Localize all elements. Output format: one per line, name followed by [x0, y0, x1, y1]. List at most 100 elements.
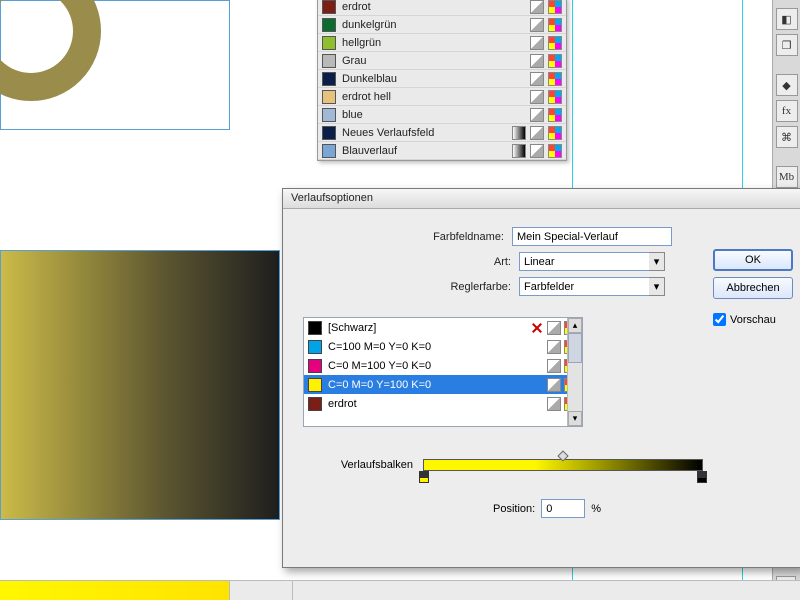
dialog-title[interactable]: Verlaufsoptionen [283, 189, 800, 209]
color-name: [Schwarz] [328, 322, 530, 334]
color-name: erdrot [328, 398, 547, 410]
color-chip [308, 378, 322, 392]
swatch-row[interactable]: Grau [318, 52, 566, 70]
swatch-cmyk-icon [548, 144, 562, 158]
swatch-mode-icon [530, 18, 544, 32]
swatch-chip [322, 126, 336, 140]
swatch-chip [322, 36, 336, 50]
swatch-name: dunkelgrün [342, 19, 530, 31]
swatch-mode-icon [547, 378, 561, 392]
gradbar-label: Verlaufsbalken [303, 459, 413, 471]
gradient-options-dialog: Verlaufsoptionen Farbfeldname: Art: ▾ Re… [282, 188, 800, 568]
swatch-mode-icon [547, 340, 561, 354]
swatch-name: Grau [342, 55, 530, 67]
stopcolor-label: Reglerfarbe: [419, 281, 519, 293]
preview-checkbox-input[interactable] [713, 313, 726, 326]
dock-button[interactable]: ◆ [776, 74, 798, 96]
dock-button[interactable]: fx [776, 100, 798, 122]
scrollbar[interactable]: ▴ ▾ [567, 318, 582, 426]
swatch-mode-icon [530, 144, 544, 158]
color-name: C=0 M=0 Y=100 K=0 [328, 379, 547, 391]
preview-label: Vorschau [730, 314, 776, 326]
swatch-chip [322, 18, 336, 32]
swatch-mode-icon [530, 72, 544, 86]
swatch-mode-icon [547, 321, 561, 335]
scroll-down[interactable]: ▾ [568, 411, 582, 426]
swatch-mode-icon [530, 108, 544, 122]
position-unit: % [591, 503, 601, 515]
swatch-chip [322, 0, 336, 14]
swatch-chip [322, 72, 336, 86]
color-list-row[interactable]: C=0 M=100 Y=0 K=0 [304, 356, 582, 375]
position-label: Position: [493, 503, 535, 515]
swatch-mode-icon [530, 0, 544, 14]
stop-color-list[interactable]: [Schwarz] C=100 M=0 Y=0 K=0 C=0 M=100 Y=… [303, 317, 583, 427]
color-list-row[interactable]: C=0 M=0 Y=100 K=0 [304, 375, 582, 394]
gradient-type-icon [512, 144, 526, 158]
type-select[interactable]: ▾ [519, 252, 665, 271]
color-list-row[interactable]: [Schwarz] [304, 318, 582, 337]
preview-checkbox[interactable]: Vorschau [713, 313, 793, 326]
gradient-stop-right[interactable] [697, 471, 707, 483]
swatch-cmyk-icon [548, 0, 562, 14]
swatch-row[interactable]: Blauverlauf [318, 142, 566, 160]
dock-button[interactable]: ⌘ [776, 126, 798, 148]
swatch-mode-icon [530, 90, 544, 104]
swatch-row[interactable]: hellgrün [318, 34, 566, 52]
swatch-cmyk-icon [548, 90, 562, 104]
swatch-cmyk-icon [548, 18, 562, 32]
scroll-thumb[interactable] [568, 333, 582, 363]
ok-button[interactable]: OK [713, 249, 793, 271]
swatch-mode-icon [547, 359, 561, 373]
fieldname-label: Farbfeldname: [412, 231, 512, 243]
scroll-up[interactable]: ▴ [568, 318, 582, 333]
swatch-name: erdrot [342, 1, 530, 13]
cancel-button[interactable]: Abbrechen [713, 277, 793, 299]
fieldname-input[interactable] [512, 227, 672, 246]
swatch-row[interactable]: blue [318, 106, 566, 124]
swatch-row[interactable]: erdrot [318, 0, 566, 16]
dock-button[interactable]: Mb [776, 166, 798, 188]
swatch-row[interactable]: erdrot hell [318, 88, 566, 106]
color-chip [308, 397, 322, 411]
swatch-chip [322, 90, 336, 104]
color-name: C=100 M=0 Y=0 K=0 [328, 341, 547, 353]
swatch-name: Neues Verlaufsfeld [342, 127, 512, 139]
color-list-row[interactable]: erdrot [304, 394, 582, 413]
color-chip [308, 340, 322, 354]
swatch-mode-icon [530, 36, 544, 50]
swatch-name: Dunkelblau [342, 73, 530, 85]
swatch-cmyk-icon [548, 72, 562, 86]
color-chip [308, 359, 322, 373]
swatch-cmyk-icon [548, 126, 562, 140]
color-list-row[interactable]: C=100 M=0 Y=0 K=0 [304, 337, 582, 356]
swatch-name: hellgrün [342, 37, 530, 49]
type-label: Art: [419, 256, 519, 268]
swatches-panel[interactable]: erdrot dunkelgrün hellgrün Grau Dunkelbl… [317, 0, 567, 161]
chevron-down-icon: ▾ [649, 277, 665, 296]
chevron-down-icon: ▾ [649, 252, 665, 271]
position-input[interactable] [541, 499, 585, 518]
swatch-row[interactable]: dunkelgrün [318, 16, 566, 34]
color-name: C=0 M=100 Y=0 K=0 [328, 360, 547, 372]
swatch-name: Blauverlauf [342, 145, 512, 157]
gradient-type-icon [512, 126, 526, 140]
swatch-cmyk-icon [548, 36, 562, 50]
swatch-row[interactable]: Dunkelblau [318, 70, 566, 88]
dock-button[interactable]: ◧ [776, 8, 798, 30]
swatch-mode-icon [547, 397, 561, 411]
swatch-row[interactable]: Neues Verlaufsfeld [318, 124, 566, 142]
stopcolor-select[interactable]: ▾ [519, 277, 665, 296]
swatch-chip [322, 144, 336, 158]
gradient-midpoint[interactable] [557, 450, 568, 461]
gradient-stop-left[interactable] [419, 471, 429, 483]
dock-button[interactable]: ❐ [776, 34, 798, 56]
swatch-cmyk-icon [548, 108, 562, 122]
noneditable-icon [530, 321, 544, 335]
color-chip [308, 321, 322, 335]
swatch-chip [322, 54, 336, 68]
swatch-mode-icon [530, 126, 544, 140]
swatch-cmyk-icon [548, 54, 562, 68]
gradient-bar[interactable] [423, 459, 703, 471]
swatch-mode-icon [530, 54, 544, 68]
